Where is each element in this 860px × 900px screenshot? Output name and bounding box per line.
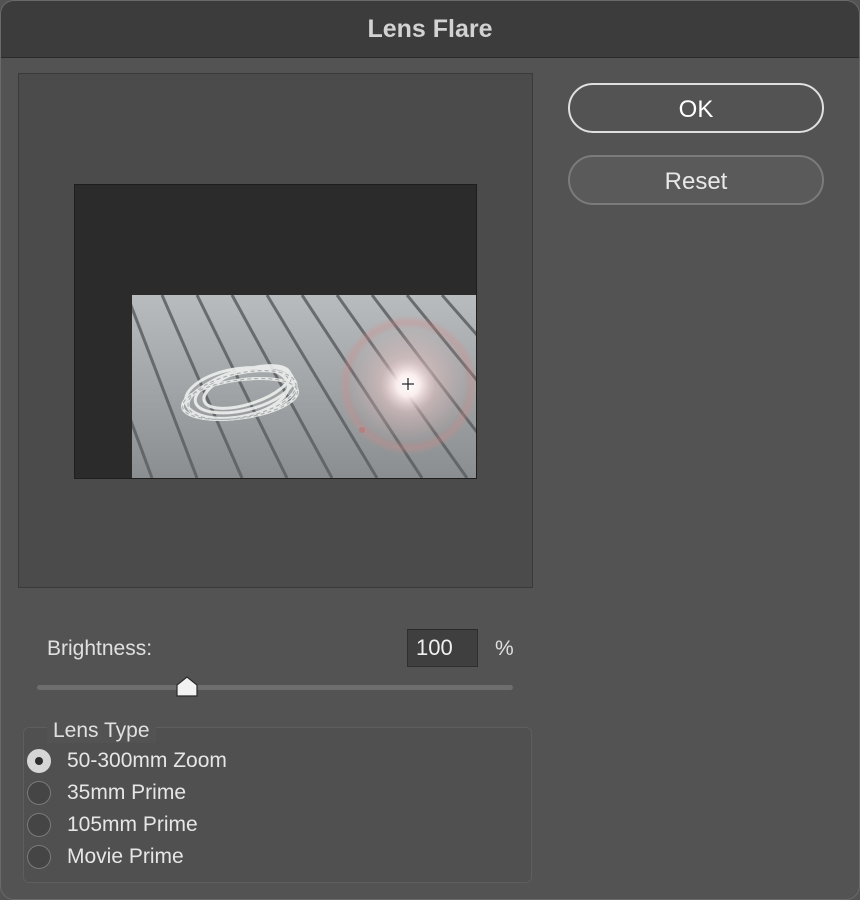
preview-panel bbox=[18, 73, 533, 588]
brightness-field[interactable] bbox=[407, 629, 478, 667]
crosshair-icon[interactable] bbox=[401, 377, 415, 391]
reset-button[interactable]: Reset bbox=[568, 155, 824, 205]
lens-option-50-300mm-zoom[interactable]: 50-300mm Zoom bbox=[27, 747, 227, 775]
preview-image[interactable] bbox=[132, 295, 476, 478]
radio-button[interactable] bbox=[27, 813, 51, 837]
title-bar[interactable]: Lens Flare bbox=[1, 1, 859, 58]
lens-option-35mm-prime[interactable]: 35mm Prime bbox=[27, 779, 186, 807]
preview-canvas[interactable] bbox=[74, 184, 477, 479]
radio-button[interactable] bbox=[27, 749, 51, 773]
radio-button[interactable] bbox=[27, 845, 51, 869]
lens-option-movie-prime[interactable]: Movie Prime bbox=[27, 843, 184, 871]
lens-flare-dialog: Lens Flare OK Reset Brightness: 100 % Le… bbox=[0, 0, 860, 900]
lens-type-legend: Lens Type bbox=[47, 719, 156, 743]
lens-option-label: 35mm Prime bbox=[67, 781, 187, 804]
dialog-title: Lens Flare bbox=[367, 15, 493, 43]
slider-thumb-icon[interactable] bbox=[175, 676, 199, 698]
lens-option-label: Movie Prime bbox=[67, 845, 184, 868]
lens-option-label: 50-300mm Zoom bbox=[67, 749, 227, 772]
preview-image-graphic bbox=[132, 295, 476, 478]
ok-button[interactable]: OK bbox=[568, 83, 824, 133]
lens-option-105mm-prime[interactable]: 105mm Prime bbox=[27, 811, 198, 839]
brightness-unit: % bbox=[495, 637, 514, 660]
radio-button[interactable] bbox=[27, 781, 51, 805]
lens-option-label: 105mm Prime bbox=[67, 813, 198, 836]
brightness-slider[interactable] bbox=[37, 685, 513, 690]
brightness-label: Brightness: bbox=[47, 637, 153, 660]
